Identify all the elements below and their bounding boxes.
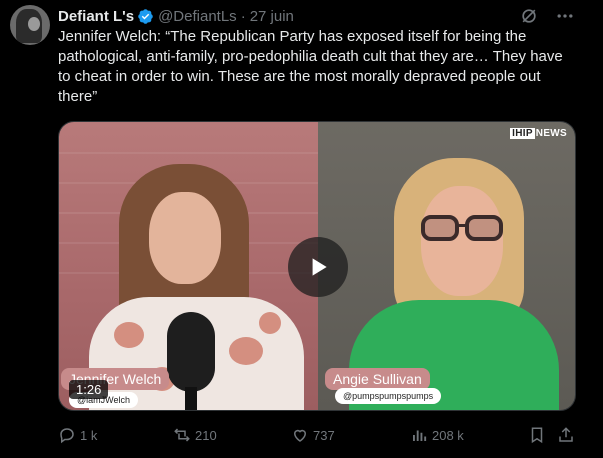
more-icon[interactable] [555, 6, 575, 26]
play-icon [312, 258, 327, 276]
share-button[interactable] [557, 424, 575, 446]
reply-count: 1 k [80, 427, 98, 443]
reply-icon [60, 428, 74, 444]
news-brand-logo: IHIP NEWS [510, 128, 567, 139]
tweet-date[interactable]: 27 juin [250, 8, 294, 25]
bookmark-icon [531, 427, 543, 444]
right-handle-tag: @pumpspumpspumps [335, 388, 442, 404]
repost-button[interactable]: 210 [173, 424, 217, 446]
bookmark-button[interactable] [528, 424, 546, 446]
glasses [421, 215, 503, 241]
verified-badge-icon [138, 8, 153, 24]
right-name-tag: Angie Sullivan [325, 368, 430, 390]
separator-dot: · [240, 7, 246, 25]
tweet-text: Jennifer Welch: “The Republican Party ha… [58, 28, 563, 105]
author-handle[interactable]: @DefiantLs [158, 8, 237, 25]
video-player[interactable]: IHIP NEWS Jennifer Welch @iamJWelch Angie… [58, 121, 576, 411]
avatar[interactable] [10, 5, 50, 45]
heart-icon [293, 429, 307, 442]
header-icons [519, 6, 575, 26]
play-button[interactable] [288, 237, 348, 297]
reply-button[interactable]: 1 k [58, 424, 97, 446]
view-count: 208 k [432, 427, 464, 443]
views-button[interactable]: 208 k [410, 424, 464, 446]
share-icon [559, 427, 573, 442]
action-bar: 1 k 210 737 208 k [58, 424, 576, 446]
tweet[interactable]: Defiant L's @DefiantLs · 27 juin Jennife… [0, 0, 603, 458]
repost-icon [174, 428, 190, 442]
video-duration: 1:26 [69, 380, 109, 399]
grok-icon[interactable] [519, 6, 539, 26]
like-button[interactable]: 737 [291, 424, 335, 446]
repost-count: 210 [195, 427, 217, 443]
like-count: 737 [313, 427, 335, 443]
microphone [167, 312, 215, 392]
tweet-header: Defiant L's @DefiantLs · 27 juin [58, 6, 294, 26]
author-name[interactable]: Defiant L's [58, 8, 134, 25]
views-icon [413, 430, 427, 441]
